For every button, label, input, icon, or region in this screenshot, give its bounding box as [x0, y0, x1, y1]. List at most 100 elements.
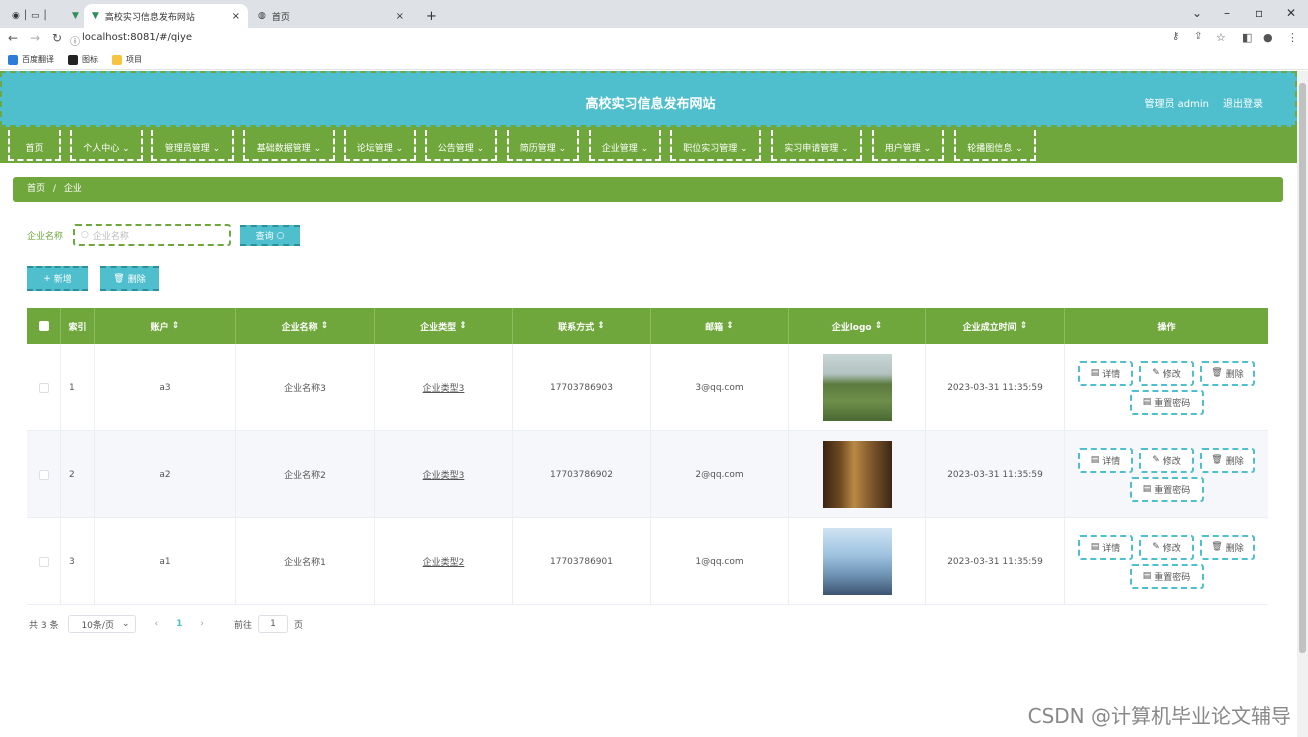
- row-index: 1: [61, 344, 95, 431]
- menu-item-resume[interactable]: 简历管理 ⌄: [507, 130, 579, 161]
- url-field[interactable]: localhost:8081/#/qiye: [82, 32, 192, 43]
- document-icon: ▤: [1090, 542, 1100, 552]
- trash-icon: 🗑: [1211, 542, 1223, 552]
- column-header-founded[interactable]: 企业成立时间 ⇕: [926, 308, 1065, 344]
- row-checkbox[interactable]: [27, 344, 61, 431]
- breadcrumb: 首页 / 企业: [13, 177, 1283, 202]
- goto-page-input[interactable]: 1: [257, 615, 288, 633]
- query-button[interactable]: 查询 ○: [240, 225, 300, 246]
- page-number[interactable]: 1: [176, 619, 182, 629]
- row-company-name: 企业名称3: [236, 344, 375, 431]
- back-icon[interactable]: ←: [8, 31, 18, 45]
- menu-item-profile[interactable]: 个人中心 ⌄: [70, 130, 143, 161]
- close-tab-icon[interactable]: ×: [232, 11, 240, 22]
- add-button[interactable]: + 新增: [27, 266, 88, 291]
- minimize-icon[interactable]: –: [1224, 6, 1230, 20]
- new-tab-button[interactable]: +: [418, 4, 445, 28]
- column-header-company-name[interactable]: 企业名称 ⇕: [236, 308, 375, 344]
- vue-tab-icon[interactable]: ▼: [64, 4, 80, 28]
- tab-active[interactable]: ▼ 高校实习信息发布网站 ×: [84, 4, 248, 28]
- menu-item-carousel[interactable]: 轮播图信息 ⌄: [954, 130, 1036, 161]
- menu-item-position[interactable]: 职位实习管理 ⌄: [670, 130, 761, 161]
- edit-button[interactable]: ✎ 修改: [1139, 534, 1194, 560]
- row-checkbox[interactable]: [27, 431, 61, 518]
- breadcrumb-current: 企业: [63, 184, 82, 194]
- tab-group-icon[interactable]: ◉ │ ▭ │: [4, 4, 56, 28]
- star-icon[interactable]: ☆: [1216, 31, 1226, 44]
- close-tab-icon[interactable]: ×: [396, 11, 404, 22]
- profile-icon[interactable]: ●: [1263, 31, 1273, 44]
- delete-button[interactable]: 🗑 删除: [1200, 447, 1255, 473]
- company-name-search-input[interactable]: ○ 企业名称: [73, 224, 231, 246]
- detail-button[interactable]: ▤ 详情: [1078, 360, 1133, 386]
- bookmark-icons[interactable]: 图标: [68, 54, 98, 65]
- next-page-icon[interactable]: ›: [200, 619, 204, 629]
- bookmark-project[interactable]: 项目: [112, 54, 142, 65]
- search-icon: ○: [276, 230, 285, 241]
- edit-button[interactable]: ✎ 修改: [1139, 447, 1194, 473]
- menu-item-home[interactable]: 首页: [8, 130, 61, 161]
- menu-item-admin[interactable]: 管理员管理 ⌄: [151, 130, 234, 161]
- close-window-icon[interactable]: ✕: [1286, 6, 1296, 20]
- key-icon[interactable]: ⚷: [1172, 31, 1179, 42]
- column-header-email[interactable]: 邮箱 ⇕: [651, 308, 789, 344]
- row-logo: [789, 344, 926, 431]
- logout-link[interactable]: 退出登录: [1223, 95, 1263, 110]
- address-bar: ← → ↻ ⓘ localhost:8081/#/qiye ⚷ ⇪ ☆ ◧ ● …: [0, 28, 1308, 50]
- delete-button[interactable]: 🗑 删除: [1200, 534, 1255, 560]
- reset-password-button[interactable]: ▤ 重置密码: [1129, 563, 1204, 589]
- total-count: 共 3 条: [29, 620, 59, 631]
- prev-page-icon[interactable]: ‹: [154, 619, 158, 629]
- column-header-actions: 操作: [1065, 308, 1268, 344]
- row-actions: ▤ 详情 ✎ 修改 🗑 删除 ▤ 重置密码: [1065, 518, 1268, 605]
- page-scrollbar[interactable]: [1297, 71, 1308, 737]
- menu-icon[interactable]: ⋮: [1287, 31, 1298, 44]
- reset-password-button[interactable]: ▤ 重置密码: [1129, 476, 1204, 502]
- tab-search-icon[interactable]: ⌄: [1192, 6, 1202, 20]
- page-size-select[interactable]: 10条/页 ⌄: [68, 615, 137, 633]
- maximize-icon[interactable]: ▫: [1255, 6, 1263, 20]
- batch-delete-button[interactable]: 🗑 删除: [100, 266, 159, 291]
- reset-password-button[interactable]: ▤ 重置密码: [1129, 389, 1204, 415]
- menu-item-application[interactable]: 实习申请管理 ⌄: [771, 130, 862, 161]
- globe-icon: ◍: [258, 11, 266, 21]
- scrollbar-thumb[interactable]: [1299, 83, 1306, 653]
- forward-icon[interactable]: →: [30, 31, 40, 45]
- column-header-logo[interactable]: 企业logo ⇕: [789, 308, 926, 344]
- row-company-type: 企业类型3: [375, 431, 513, 518]
- menu-item-forum[interactable]: 论坛管理 ⌄: [344, 130, 416, 161]
- delete-button[interactable]: 🗑 删除: [1200, 360, 1255, 386]
- company-logo-image: [822, 354, 892, 421]
- column-header-phone[interactable]: 联系方式 ⇕: [513, 308, 651, 344]
- menu-item-basic-data[interactable]: 基础数据管理 ⌄: [243, 130, 335, 161]
- select-all-checkbox[interactable]: [27, 308, 61, 344]
- tab-home[interactable]: ◍ 首页 ×: [250, 4, 412, 28]
- row-company-type: 企业类型2: [375, 518, 513, 605]
- bookmark-baidu-translate[interactable]: 百度翻译: [8, 54, 54, 65]
- menu-item-company[interactable]: 企业管理 ⌄: [589, 130, 661, 161]
- watermark: CSDN @计算机毕业论文辅导: [1027, 704, 1291, 728]
- detail-button[interactable]: ▤ 详情: [1078, 534, 1133, 560]
- folder-icon: [112, 54, 122, 65]
- image-icon: [68, 54, 78, 65]
- menu-item-notice[interactable]: 公告管理 ⌄: [425, 130, 497, 161]
- column-header-company-type[interactable]: 企业类型 ⇕: [375, 308, 513, 344]
- edit-button[interactable]: ✎ 修改: [1139, 360, 1194, 386]
- document-icon: ▤: [1090, 455, 1100, 465]
- trash-icon: 🗑: [1211, 368, 1223, 378]
- share-icon[interactable]: ⇪: [1194, 31, 1202, 42]
- menu-item-users[interactable]: 用户管理 ⌄: [872, 130, 944, 161]
- row-actions: ▤ 详情 ✎ 修改 🗑 删除 ▤ 重置密码: [1065, 344, 1268, 431]
- company-logo-image: [822, 528, 892, 595]
- reload-icon[interactable]: ↻: [52, 31, 62, 45]
- row-logo: [789, 431, 926, 518]
- row-index: 3: [61, 518, 95, 605]
- info-icon[interactable]: ⓘ: [70, 33, 80, 48]
- column-header-account[interactable]: 账户 ⇕: [95, 308, 236, 344]
- row-checkbox[interactable]: [27, 518, 61, 605]
- detail-button[interactable]: ▤ 详情: [1078, 447, 1133, 473]
- web-page: 高校实习信息发布网站 管理员 admin 退出登录 首页 个人中心 ⌄ 管理员管…: [0, 71, 1297, 737]
- breadcrumb-home[interactable]: 首页: [27, 184, 45, 194]
- page-unit: 页: [293, 620, 303, 631]
- sidebar-icon[interactable]: ◧: [1242, 31, 1252, 44]
